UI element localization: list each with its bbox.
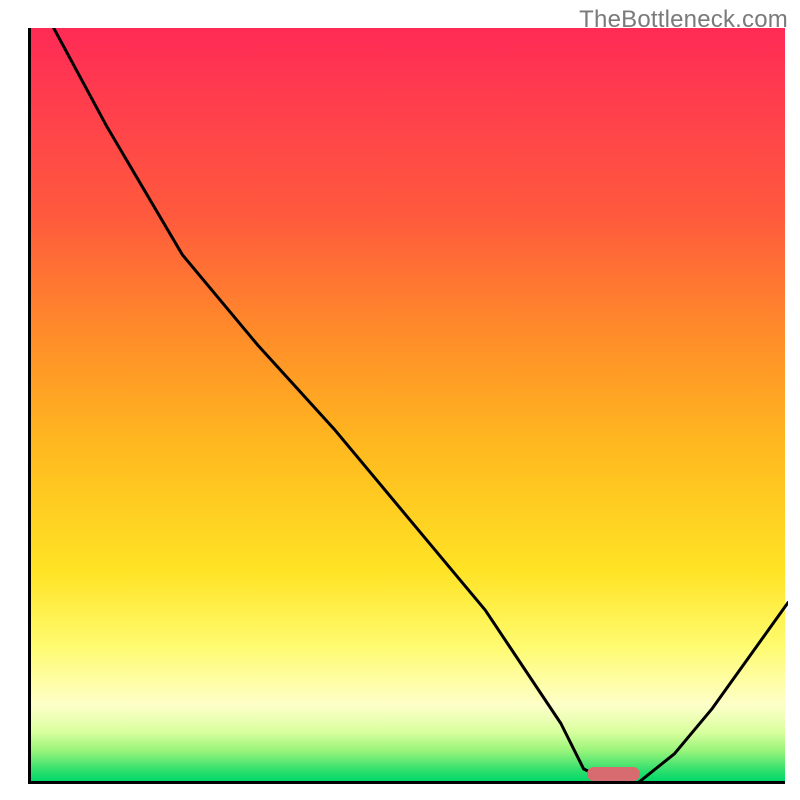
optimal-marker (587, 767, 640, 781)
chart-canvas: TheBottleneck.com (0, 0, 800, 800)
plot-area (28, 28, 785, 784)
bottleneck-curve (31, 28, 788, 784)
